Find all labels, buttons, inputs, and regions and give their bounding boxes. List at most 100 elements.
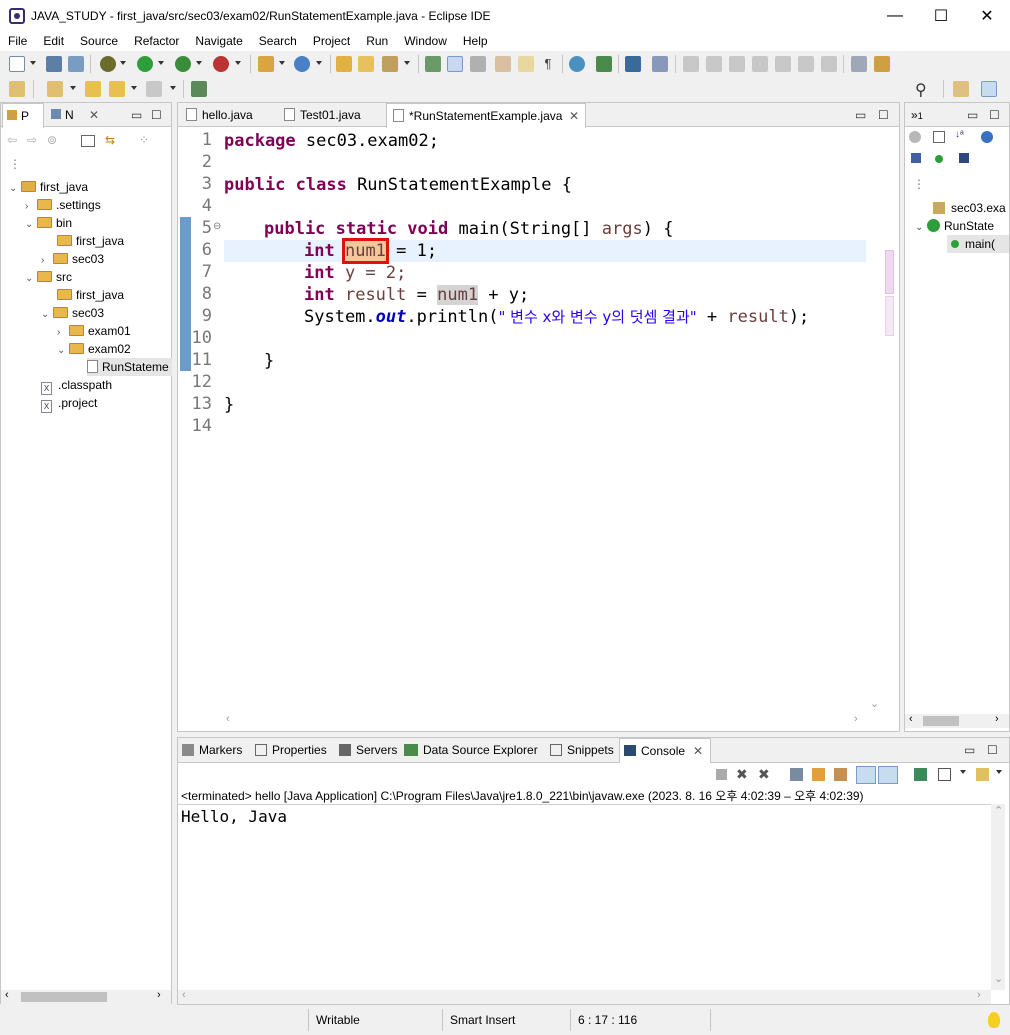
horizontal-scrollbar[interactable]: ‹ › [224, 713, 868, 728]
tree-item-folder[interactable]: ⌄ sec03 [41, 304, 104, 322]
view-menu-dots-icon[interactable]: ⋮ [9, 157, 21, 171]
last-edit-location-icon[interactable] [85, 81, 101, 97]
close-button[interactable]: ✕ [964, 0, 1010, 31]
web-browser-icon[interactable] [569, 56, 585, 72]
pin-editor-icon[interactable] [191, 81, 207, 97]
tab-hello-java[interactable]: hello.java [182, 103, 253, 127]
pilcrow-icon[interactable]: ¶ [540, 56, 556, 72]
tree-item-folder[interactable]: ⌄ src [25, 268, 72, 286]
outline-package[interactable]: sec03.exa [933, 199, 1006, 217]
terminate-icon[interactable] [716, 769, 727, 780]
scroll-thumb[interactable] [923, 716, 959, 726]
open-console-icon[interactable] [976, 768, 989, 781]
word-wrap-icon[interactable] [834, 768, 847, 781]
clear-console-icon[interactable] [790, 768, 803, 781]
search-tool-icon[interactable] [382, 56, 398, 72]
open-perspective-icon[interactable] [953, 81, 969, 97]
code-line-5[interactable]: public static void main(String[] args) { [264, 218, 673, 240]
expanded-chevron-icon[interactable]: ⌄ [25, 216, 37, 234]
tree-item-folder[interactable]: › exam01 [57, 322, 131, 340]
terminal-icon[interactable] [625, 56, 641, 72]
skip-breakpoints-icon[interactable] [652, 56, 668, 72]
search-icon[interactable]: ⚲ [915, 80, 927, 100]
back-icon[interactable] [109, 81, 125, 97]
drop-to-frame-icon[interactable] [851, 56, 867, 72]
menu-run[interactable]: Run [358, 31, 396, 51]
resume-icon[interactable] [683, 56, 699, 72]
menu-project[interactable]: Project [305, 31, 358, 51]
maximize-view-icon[interactable]: ☐ [987, 743, 998, 757]
coverage-icon[interactable] [175, 56, 191, 72]
scroll-left-icon[interactable]: ‹ [226, 713, 230, 725]
minimize-view-icon[interactable]: ▭ [964, 743, 975, 757]
tab-package-explorer[interactable]: P [2, 103, 44, 128]
code-line-1[interactable]: package sec03.exam02; [224, 130, 439, 152]
scroll-left-icon[interactable]: ‹ [182, 989, 186, 1001]
scroll-right-icon[interactable]: › [995, 713, 999, 725]
view-menu-dots-icon[interactable]: ⋮ [913, 177, 925, 191]
minimize-view-icon[interactable]: ▭ [131, 108, 142, 122]
previous-annotation-icon[interactable] [47, 81, 63, 97]
expanded-chevron-icon[interactable]: ⌄ [57, 342, 69, 360]
overview-ruler-mark[interactable] [885, 250, 894, 294]
remove-all-launches-icon[interactable]: ✖ [758, 766, 770, 783]
highlighted-variable-num1[interactable]: num1 [341, 238, 389, 264]
code-line-13[interactable]: } [224, 394, 234, 416]
menu-refactor[interactable]: Refactor [126, 31, 187, 51]
tab-console[interactable]: Console ✕ [619, 738, 711, 763]
menu-navigate[interactable]: Navigate [187, 31, 250, 51]
tree-item-folder[interactable]: first_java [57, 286, 124, 304]
scroll-right-icon[interactable]: › [854, 713, 858, 725]
scroll-up-icon[interactable]: ⌃ [994, 804, 1003, 817]
tree-item-file-selected[interactable]: RunStateme [87, 358, 172, 376]
tree-item-folder[interactable]: › sec03 [41, 250, 104, 268]
overview-ruler-mark[interactable] [885, 296, 894, 336]
new-icon[interactable] [9, 56, 25, 72]
use-step-filters-icon[interactable] [874, 56, 890, 72]
scroll-left-icon[interactable]: ‹ [909, 713, 913, 725]
menu-file[interactable]: File [0, 31, 35, 51]
collapse-all-icon[interactable] [933, 131, 945, 143]
outline-class[interactable]: ⌄ RunState [915, 217, 994, 235]
status-insert-mode[interactable]: Smart Insert [450, 1011, 515, 1029]
menu-source[interactable]: Source [72, 31, 126, 51]
step-into-icon[interactable] [775, 56, 791, 72]
view-menu-icon[interactable]: ⁘ [139, 133, 149, 147]
show-console-stderr-icon[interactable] [878, 766, 898, 784]
horizontal-scrollbar[interactable]: ‹ › [178, 989, 991, 1004]
step-over-icon[interactable] [798, 56, 814, 72]
step-return-icon[interactable] [821, 56, 837, 72]
run-icon[interactable] [137, 56, 153, 72]
hide-fields-icon[interactable] [981, 131, 993, 143]
maximize-view-icon[interactable]: ☐ [878, 108, 889, 122]
tree-item-file[interactable]: X .project [41, 394, 97, 413]
block-selection-icon[interactable] [470, 56, 486, 72]
tree-item-folder[interactable]: ⌄ bin [25, 214, 72, 232]
mark-occurrences-icon[interactable] [447, 56, 463, 72]
expanded-chevron-icon[interactable]: ⌄ [41, 306, 53, 324]
scroll-right-icon[interactable]: › [157, 989, 161, 1001]
back-nav-icon[interactable]: ⇦ [7, 133, 17, 147]
disconnect-icon[interactable] [752, 56, 768, 72]
tree-item-folder[interactable]: ⌄ exam02 [57, 340, 131, 358]
show-console-stdout-icon[interactable] [856, 766, 876, 784]
annotation-icon[interactable] [425, 56, 441, 72]
open-type-icon[interactable] [336, 56, 352, 72]
horizontal-scrollbar[interactable]: ‹ › [905, 713, 1009, 728]
minimize-view-icon[interactable]: ▭ [967, 108, 978, 122]
code-line-6[interactable]: int num1 = 1; [304, 238, 437, 264]
up-nav-icon[interactable]: ⊚ [47, 133, 57, 147]
expanded-chevron-icon[interactable]: ⌄ [25, 270, 37, 288]
java-perspective-icon[interactable] [981, 81, 997, 97]
tab-data-source-explorer[interactable]: Data Source Explorer [404, 738, 538, 762]
collapse-all-icon[interactable] [81, 135, 95, 147]
sort-icon[interactable]: ↓ᵃ [955, 129, 964, 140]
tree-item-folder[interactable]: first_java [57, 232, 124, 250]
debug-icon[interactable] [100, 56, 116, 72]
new-java-project-icon[interactable] [258, 56, 274, 72]
menu-help[interactable]: Help [455, 31, 496, 51]
close-tab-icon[interactable]: ✕ [89, 108, 99, 122]
run-server-icon[interactable] [596, 56, 612, 72]
pin-console-icon[interactable] [914, 768, 927, 781]
code-line-8[interactable]: int result = num1 + y; [304, 284, 529, 306]
